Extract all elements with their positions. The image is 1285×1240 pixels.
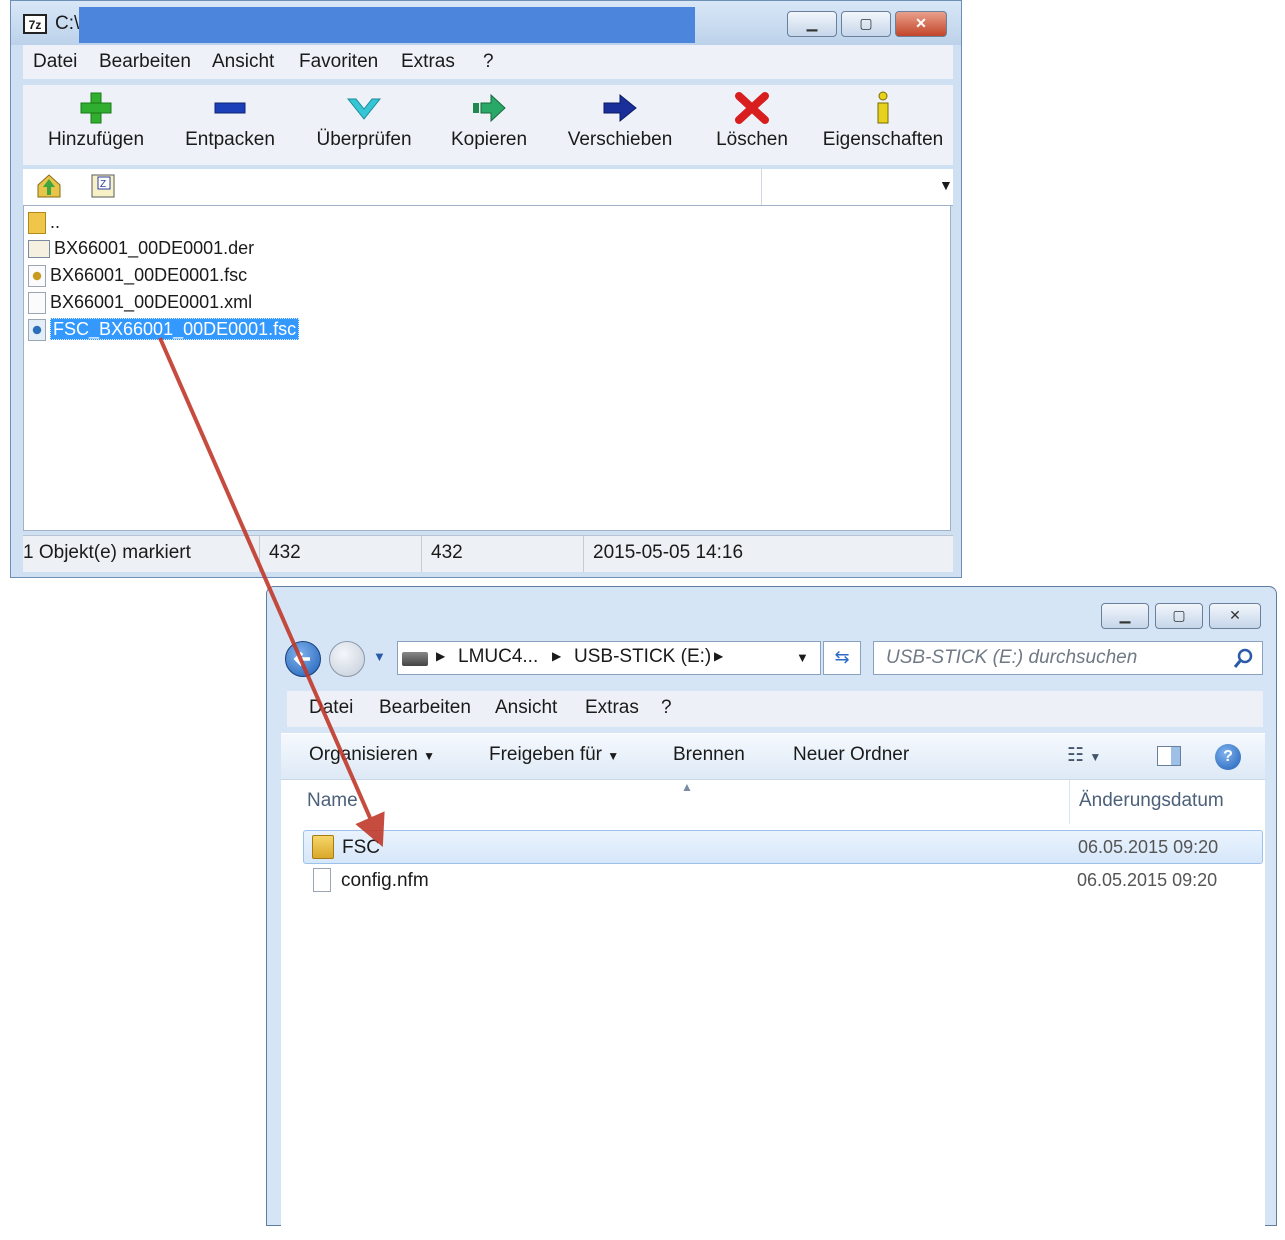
minimize-button[interactable]: ▁: [1101, 603, 1149, 629]
search-icon[interactable]: [1232, 646, 1256, 670]
folder-icon: [28, 212, 46, 235]
column-header-name[interactable]: Name: [307, 790, 358, 812]
delete-x-icon: [734, 91, 770, 125]
redacted-title-bar: [79, 7, 695, 43]
menu-ansicht[interactable]: Ansicht: [212, 51, 274, 73]
folder-icon: [312, 835, 334, 859]
fsc-file-icon: [28, 319, 46, 342]
maximize-button[interactable]: ▢: [1155, 603, 1203, 629]
check-icon: [346, 91, 382, 125]
info-icon: [865, 91, 901, 125]
chevron-down-icon: ▼: [423, 749, 435, 763]
chevron-down-icon[interactable]: ▼: [939, 177, 953, 193]
list-item-file[interactable]: config.nfm 06.05.2015 09:20: [303, 864, 1263, 898]
share-button[interactable]: Freigeben für ▼: [489, 744, 619, 766]
menu-bearbeiten[interactable]: Bearbeiten: [379, 697, 471, 719]
move-arrow-icon: [602, 91, 638, 125]
minimize-button[interactable]: ▁: [787, 11, 837, 37]
minus-icon: [212, 91, 248, 125]
help-icon[interactable]: ?: [1215, 744, 1241, 770]
list-item[interactable]: BX66001_00DE0001.der: [28, 238, 254, 262]
file-list: .. BX66001_00DE0001.der BX66001_00DE0001…: [23, 205, 951, 531]
menu-datei[interactable]: Datei: [33, 51, 77, 73]
up-folder-icon[interactable]: [35, 173, 63, 201]
search-input[interactable]: USB-STICK (E:) durchsuchen: [873, 641, 1263, 675]
test-button[interactable]: Überprüfen: [299, 85, 429, 163]
column-header-date[interactable]: Änderungsdatum: [1079, 790, 1224, 812]
status-modified: 2015-05-05 14:16: [593, 542, 744, 563]
properties-button[interactable]: Eigenschaften: [817, 85, 949, 163]
file-view: ▲ Name Änderungsdatum FSC 06.05.2015 09:…: [281, 779, 1265, 1240]
status-bar: 1 Objekt(e) markiert 432 432 2015-05-05 …: [23, 535, 953, 572]
list-item-folder[interactable]: FSC 06.05.2015 09:20: [303, 830, 1263, 864]
status-size: 432: [269, 542, 301, 563]
menu-help[interactable]: ?: [661, 697, 672, 719]
chevron-down-icon[interactable]: ▼: [796, 650, 809, 665]
menu-extras[interactable]: Extras: [401, 51, 455, 73]
close-button[interactable]: ✕: [895, 11, 947, 37]
file-icon: [313, 868, 331, 892]
menubar: Datei Bearbeiten Ansicht Extras ?: [287, 691, 1263, 727]
menu-datei[interactable]: Datei: [309, 697, 353, 719]
view-options-button[interactable]: ☷ ▼: [1067, 744, 1101, 767]
organize-button[interactable]: Organisieren ▼: [309, 744, 435, 766]
chevron-down-icon: ▼: [1089, 750, 1102, 764]
extract-button[interactable]: Entpacken: [165, 85, 295, 163]
maximize-button[interactable]: ▢: [841, 11, 891, 37]
move-button[interactable]: Verschieben: [555, 85, 685, 163]
list-item-selected[interactable]: FSC_BX66001_00DE0001.fsc: [28, 318, 300, 343]
list-item[interactable]: BX66001_00DE0001.fsc: [28, 265, 247, 289]
close-button[interactable]: ✕: [1209, 603, 1261, 629]
recent-pages-dropdown[interactable]: ▼: [373, 649, 386, 664]
window-title: C:\: [55, 13, 80, 34]
command-bar: Organisieren ▼ Freigeben für ▼ Brennen N…: [281, 733, 1265, 780]
add-button[interactable]: Hinzufügen: [31, 85, 161, 163]
toolbar: Hinzufügen Entpacken Überprüfen Kopieren…: [23, 85, 953, 165]
list-item[interactable]: ..: [28, 212, 60, 236]
xml-file-icon: [28, 292, 46, 315]
refresh-icon[interactable]: ⇆: [823, 641, 861, 675]
titlebar: 7z C:\ ▁ ▢ ✕: [11, 1, 961, 45]
plus-icon: [78, 91, 114, 125]
address-bar[interactable]: ▶ LMUC4... ▶ USB-STICK (E:) ▶ ▼: [397, 641, 821, 675]
chevron-down-icon: ▼: [607, 749, 620, 763]
menubar: Datei Bearbeiten Ansicht Favoriten Extra…: [23, 45, 953, 79]
svg-text:Z: Z: [100, 179, 106, 190]
copy-button[interactable]: Kopieren: [429, 85, 549, 163]
status-packed-size: 432: [431, 542, 463, 563]
archive-root-icon[interactable]: Z: [89, 172, 117, 200]
burn-button[interactable]: Brennen: [673, 744, 745, 766]
menu-favoriten[interactable]: Favoriten: [299, 51, 378, 73]
forward-button[interactable]: [329, 641, 365, 677]
new-folder-button[interactable]: Neuer Ordner: [793, 744, 909, 766]
copy-arrow-icon: [471, 91, 507, 125]
preview-pane-icon[interactable]: [1157, 746, 1181, 766]
explorer-window: ▁ ▢ ✕ ▼ ▶ LMUC4... ▶ USB-STICK (E:) ▶ ▼ …: [266, 586, 1277, 1240]
usb-drive-icon: [402, 652, 428, 666]
fsc-file-icon: [28, 265, 46, 288]
delete-button[interactable]: Löschen: [693, 85, 811, 163]
menu-help[interactable]: ?: [483, 51, 494, 73]
breadcrumb-item[interactable]: USB-STICK (E:): [574, 646, 711, 668]
back-button[interactable]: [285, 641, 321, 677]
status-selection: 1 Objekt(e) markiert: [23, 542, 191, 563]
certificate-icon: [28, 240, 50, 259]
breadcrumb-item[interactable]: LMUC4...: [458, 646, 538, 668]
7zip-app-icon: 7z: [23, 14, 47, 34]
sort-indicator-icon: ▲: [681, 780, 693, 794]
menu-bearbeiten[interactable]: Bearbeiten: [99, 51, 191, 73]
menu-extras[interactable]: Extras: [585, 697, 639, 719]
7zip-window: 7z C:\ ▁ ▢ ✕ Datei Bearbeiten Ansicht Fa…: [10, 0, 962, 578]
menu-ansicht[interactable]: Ansicht: [495, 697, 557, 719]
path-bar: Z ▼: [23, 169, 953, 206]
list-item[interactable]: BX66001_00DE0001.xml: [28, 292, 252, 316]
